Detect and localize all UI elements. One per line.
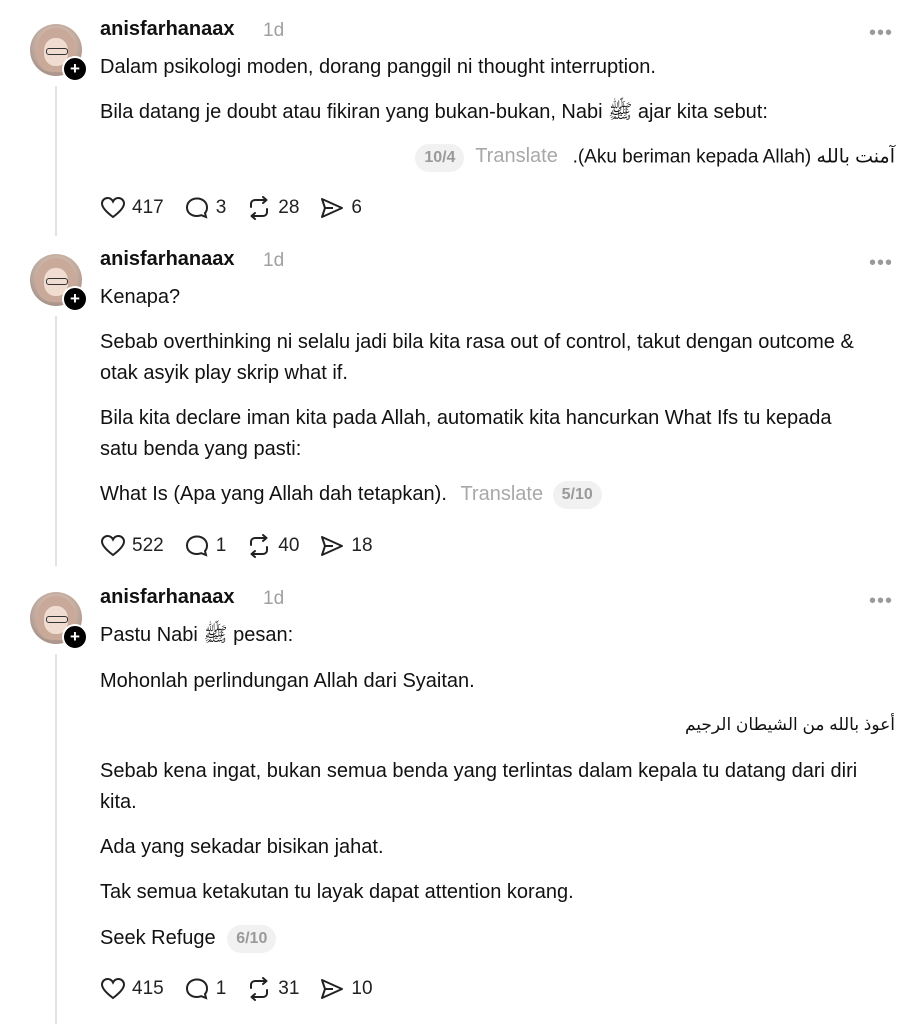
page-counter-badge: 10/4 — [415, 144, 465, 172]
like-count: 417 — [132, 197, 164, 218]
comment-count: 1 — [215, 978, 227, 999]
arabic-quote-text: .(Aku beriman kepada Allah) آمنت بالله — [572, 146, 895, 168]
repost-button[interactable]: 31 — [246, 977, 299, 1001]
action-bar: 522 1 40 18 — [100, 534, 393, 558]
comment-icon — [185, 978, 208, 1000]
thread-connector-line — [55, 654, 57, 1024]
translate-link[interactable]: Translate — [475, 145, 558, 167]
more-icon[interactable]: ••• — [869, 22, 893, 45]
comment-icon — [185, 197, 208, 219]
plus-icon[interactable]: + — [62, 286, 88, 312]
thread-connector-line — [55, 86, 57, 236]
like-button[interactable]: 417 — [100, 196, 164, 220]
post-text: Ada yang sekadar bisikan jahat. — [100, 836, 384, 858]
post-text: Sebab overthinking ni selalu jadi bila k… — [100, 331, 854, 384]
share-count: 6 — [351, 197, 362, 218]
like-button[interactable]: 415 — [100, 977, 164, 1001]
page-counter-badge: 5/10 — [552, 480, 602, 509]
comment-button[interactable]: 1 — [184, 534, 227, 558]
heart-icon — [100, 196, 126, 219]
share-button[interactable]: 18 — [319, 534, 373, 558]
username[interactable]: anisfarhanaax — [100, 18, 235, 41]
repost-icon — [250, 534, 269, 558]
more-icon[interactable]: ••• — [869, 590, 893, 613]
comment-icon — [185, 535, 208, 557]
repost-button[interactable]: 28 — [246, 196, 299, 220]
username[interactable]: anisfarhanaax — [100, 248, 235, 271]
post-text-last: Seek Refuge 6/10 — [100, 923, 860, 954]
comment-count: 1 — [215, 535, 227, 556]
post-text-last: What Is (Apa yang Allah dah tetapkan). T… — [100, 479, 860, 510]
share-button[interactable]: 10 — [319, 977, 373, 1001]
post-text: Bila datang je doubt atau fikiran yang b… — [100, 101, 768, 123]
page-counter-badge: 6/10 — [227, 924, 277, 953]
like-button[interactable]: 522 — [100, 534, 164, 558]
repost-icon — [250, 196, 269, 220]
post-text: Kenapa? — [100, 286, 181, 308]
username[interactable]: anisfarhanaax — [100, 586, 235, 609]
share-icon — [321, 198, 344, 218]
post-time: 1d — [263, 588, 285, 609]
post-time: 1d — [263, 20, 285, 41]
translate-link[interactable]: Translate — [460, 483, 543, 505]
share-icon — [321, 979, 344, 999]
share-button[interactable]: 6 — [319, 196, 362, 220]
comment-count: 3 — [215, 197, 227, 218]
repost-button[interactable]: 40 — [246, 534, 299, 558]
heart-icon — [100, 977, 126, 1000]
post-text: Mohonlah perlindungan Allah dari Syaitan… — [100, 670, 475, 692]
repost-count: 40 — [278, 535, 300, 556]
share-count: 10 — [351, 978, 373, 999]
post-text: Sebab kena ingat, bukan semua benda yang… — [100, 760, 858, 813]
like-count: 415 — [132, 978, 164, 999]
arabic-quote-text: أعوذ بالله من الشيطان الرجيم — [684, 715, 895, 734]
plus-icon[interactable]: + — [62, 56, 88, 82]
post-text: Tak semua ketakutan tu layak dapat atten… — [100, 881, 574, 903]
repost-count: 28 — [278, 197, 300, 218]
share-icon — [321, 536, 344, 556]
post-text: Bila kita declare iman kita pada Allah, … — [100, 407, 832, 460]
post-text: Pastu Nabi ﷺ pesan: — [100, 624, 294, 646]
action-bar: 415 1 31 10 — [100, 977, 393, 1001]
comment-button[interactable]: 1 — [184, 977, 227, 1001]
repost-count: 31 — [278, 978, 300, 999]
plus-icon[interactable]: + — [62, 624, 88, 650]
post-text: What Is (Apa yang Allah dah tetapkan). — [100, 483, 447, 505]
repost-icon — [250, 977, 269, 1001]
thread-connector-line — [55, 316, 57, 566]
action-bar: 417 3 28 6 — [100, 196, 382, 220]
more-icon[interactable]: ••• — [869, 252, 893, 275]
post-time: 1d — [263, 250, 285, 271]
post-text: Seek Refuge — [100, 927, 216, 949]
post-text: Dalam psikologi moden, dorang panggil ni… — [100, 56, 656, 78]
comment-button[interactable]: 3 — [184, 196, 227, 220]
share-count: 18 — [351, 535, 373, 556]
like-count: 522 — [132, 535, 164, 556]
quote-line: 10/4 Translate .(Aku beriman kepada Alla… — [415, 144, 895, 172]
heart-icon — [100, 534, 126, 557]
